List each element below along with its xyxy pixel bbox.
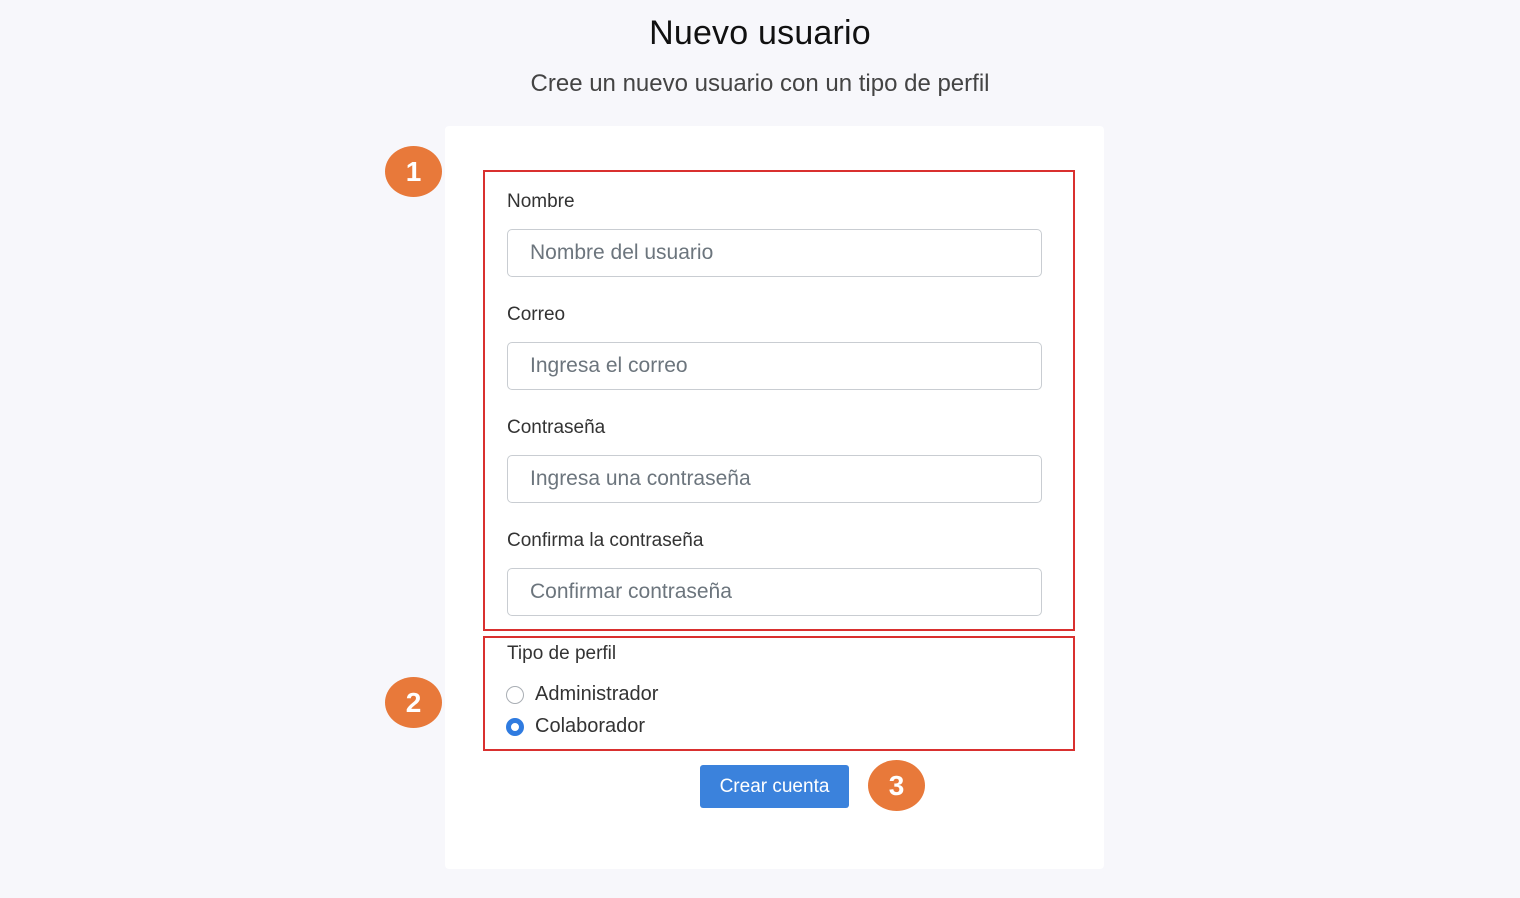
password-label: Contraseña — [507, 417, 606, 438]
create-account-button[interactable]: Crear cuenta — [700, 765, 849, 808]
radio-label-administrador: Administrador — [535, 683, 659, 705]
page-subtitle: Cree un nuevo usuario con un tipo de per… — [530, 70, 990, 97]
radio-unchecked-icon[interactable] — [506, 685, 524, 704]
radio-colaborador[interactable]: Colaborador — [506, 715, 645, 738]
confirm-password-label: Confirma la contraseña — [507, 530, 704, 551]
profile-type-label: Tipo de perfil — [507, 643, 617, 664]
radio-label-colaborador: Colaborador — [535, 715, 646, 737]
radio-administrador[interactable]: Administrador — [506, 683, 658, 706]
step-badge-1: 1 — [385, 146, 442, 197]
name-input[interactable] — [507, 229, 1042, 277]
confirm-password-input[interactable] — [507, 568, 1042, 616]
email-label: Correo — [507, 304, 566, 325]
radio-checked-icon[interactable] — [506, 717, 524, 736]
name-label: Nombre — [507, 191, 575, 212]
password-input[interactable] — [507, 455, 1042, 503]
step-badge-2: 2 — [385, 677, 442, 728]
page-title: Nuevo usuario — [649, 14, 871, 52]
step-badge-3: 3 — [868, 760, 925, 811]
email-input[interactable] — [507, 342, 1042, 390]
